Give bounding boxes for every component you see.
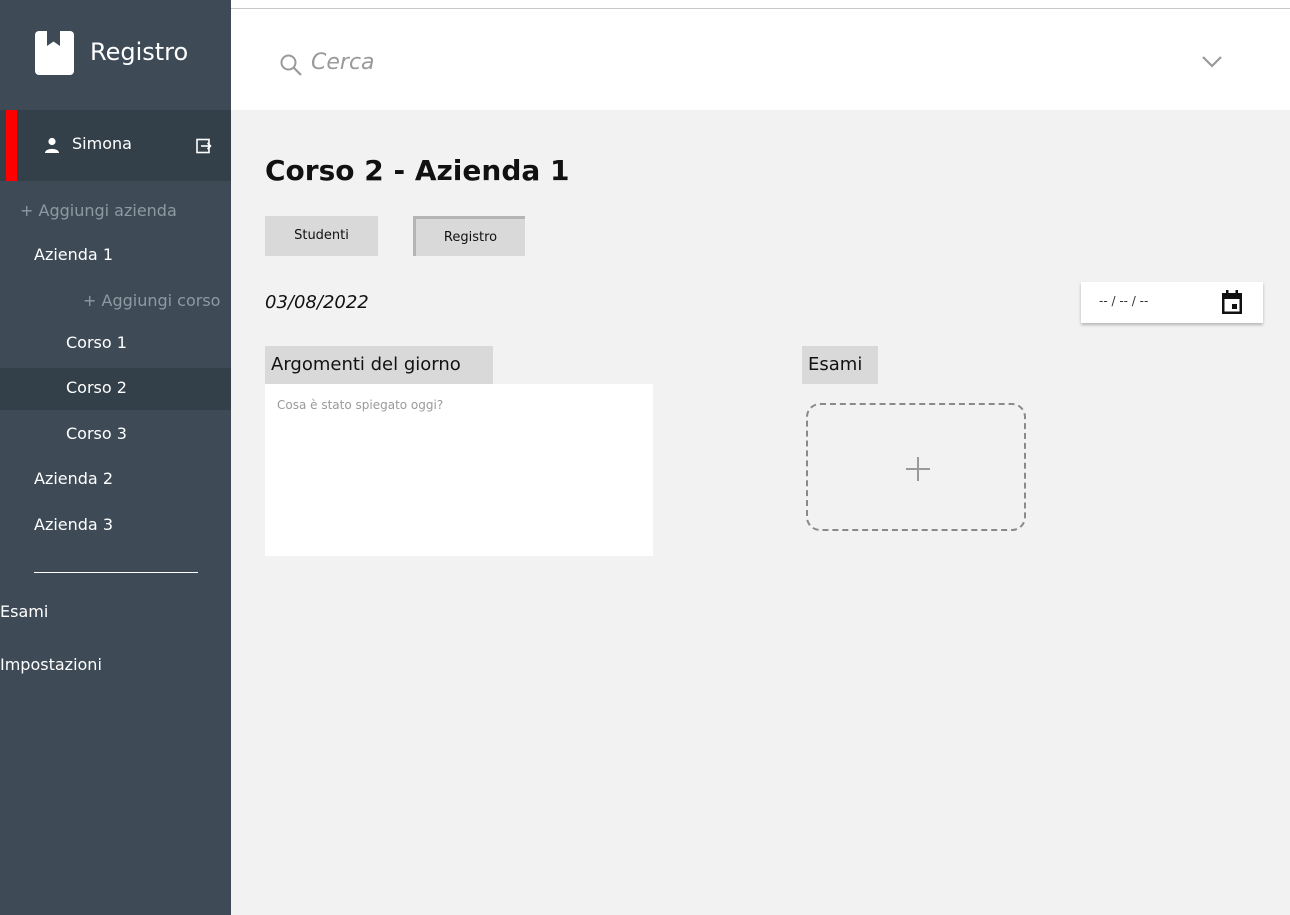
sidebar-item-corso-3[interactable]: Corso 3 [66, 424, 127, 443]
sidebar-item-azienda-1[interactable]: Azienda 1 [34, 245, 113, 264]
topics-label: Argomenti del giorno [265, 346, 493, 384]
user-row[interactable]: Simona [0, 110, 231, 181]
sidebar: Registro Simona + Aggiungi azienda Azien… [0, 0, 231, 915]
exams-label: Esami [802, 346, 878, 384]
sidebar-item-corso-2[interactable]: Corso 2 [66, 378, 127, 397]
date-picker-value: -- / -- / -- [1099, 294, 1149, 308]
sidebar-item-corso-1[interactable]: Corso 1 [66, 333, 127, 352]
sidebar-item-impostazioni[interactable]: Impostazioni [0, 655, 102, 674]
add-exam-button[interactable] [806, 403, 1026, 531]
sidebar-item-esami[interactable]: Esami [0, 602, 48, 621]
sidebar-item-azienda-3[interactable]: Azienda 3 [34, 515, 113, 534]
logout-icon[interactable] [196, 138, 212, 154]
calendar-icon[interactable] [1221, 290, 1243, 315]
user-name: Simona [72, 134, 132, 153]
sidebar-item-azienda-2[interactable]: Azienda 2 [34, 469, 113, 488]
main-content: Corso 2 - Azienda 1 Studenti Registro 03… [231, 110, 1290, 915]
tab-studenti[interactable]: Studenti [265, 216, 378, 256]
plus-icon [906, 457, 930, 481]
app-window: Registro Simona + Aggiungi azienda Azien… [0, 0, 1290, 915]
tab-registro[interactable]: Registro [413, 216, 525, 256]
topbar [231, 8, 1290, 110]
user-icon [45, 137, 59, 153]
app-title: Registro [90, 38, 189, 66]
search-icon [280, 54, 302, 76]
chevron-down-icon[interactable] [1201, 55, 1223, 69]
topics-textarea[interactable] [265, 384, 653, 556]
sidebar-divider [34, 572, 198, 573]
search-input[interactable] [311, 45, 911, 79]
add-course-link[interactable]: + Aggiungi corso [83, 291, 220, 310]
brand[interactable]: Registro [0, 8, 231, 110]
add-company-link[interactable]: + Aggiungi azienda [20, 201, 177, 220]
date-picker[interactable]: -- / -- / -- [1081, 282, 1263, 323]
bookmark-icon [35, 31, 74, 75]
selected-date: 03/08/2022 [265, 292, 369, 313]
active-indicator [6, 110, 17, 181]
page-title: Corso 2 - Azienda 1 [265, 154, 570, 187]
